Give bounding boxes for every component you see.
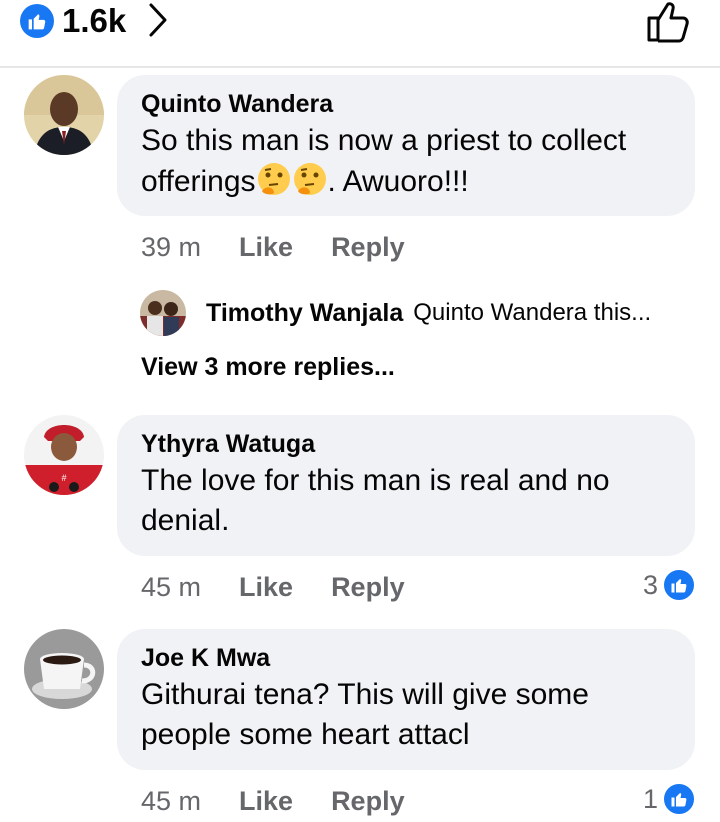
like-reaction-icon: [20, 4, 54, 38]
like-reaction-icon: [662, 782, 696, 816]
like-count[interactable]: 1.6k: [62, 2, 126, 40]
like-button[interactable]: Like: [239, 786, 293, 817]
comment-author[interactable]: Joe K Mwa: [141, 643, 671, 673]
reaction-summary[interactable]: 1: [643, 782, 696, 816]
thumbs-up-outline-icon[interactable]: [643, 0, 691, 44]
reply-snippet: Quinto Wandera this...: [413, 299, 652, 326]
reply-button[interactable]: Reply: [331, 232, 405, 263]
comment-bubble[interactable]: Joe K Mwa Githurai tena? This will give …: [117, 629, 695, 770]
svg-text:#: #: [61, 473, 66, 483]
like-button[interactable]: Like: [239, 572, 293, 603]
comment-text: Githurai tena? This will give some peopl…: [141, 678, 589, 751]
avatar-quinto-wandera[interactable]: [24, 75, 104, 155]
comment-age: 45 m: [141, 786, 202, 816]
reply-author[interactable]: Timothy Wanjala: [206, 299, 403, 328]
reactions-header: 1.6k: [0, 0, 720, 68]
comment-author[interactable]: Ythyra Watuga: [141, 429, 671, 459]
comment-author[interactable]: Quinto Wandera: [141, 89, 671, 119]
reaction-count: 3: [642, 569, 658, 600]
comment-actions: 45 m Like Reply: [141, 572, 405, 603]
comment-age: 39 m: [141, 232, 202, 262]
reaction-summary[interactable]: 3: [643, 568, 696, 602]
comment-actions: 45 m Like Reply: [141, 786, 405, 817]
thinking-face-icon: [293, 163, 326, 195]
reply-preview[interactable]: Timothy Wanjala Quinto Wandera this...: [140, 290, 651, 336]
like-button[interactable]: Like: [239, 232, 293, 263]
comment-age: 45 m: [141, 572, 202, 602]
avatar-joe-k-mwa[interactable]: [24, 629, 104, 709]
reply-button[interactable]: Reply: [331, 786, 405, 817]
comment-text: So this man is now a priest to collect o…: [141, 124, 627, 198]
thinking-face-icon: [257, 163, 290, 195]
comment-bubble[interactable]: Quinto Wandera So this man is now a prie…: [117, 75, 695, 216]
reaction-count: 1: [642, 783, 658, 814]
comment-actions: 39 m Like Reply: [141, 232, 405, 263]
comment-bubble[interactable]: Ythyra Watuga The love for this man is r…: [117, 415, 695, 556]
avatar-ythyra-watuga[interactable]: #: [24, 415, 104, 495]
chevron-right-icon[interactable]: [148, 2, 168, 38]
comment-text: The love for this man is real and no den…: [141, 464, 610, 537]
avatar-timothy-wanjala[interactable]: [140, 290, 186, 336]
reply-button[interactable]: Reply: [331, 572, 405, 603]
view-more-replies-link[interactable]: View 3 more replies...: [141, 353, 395, 382]
like-reaction-icon: [662, 568, 696, 602]
